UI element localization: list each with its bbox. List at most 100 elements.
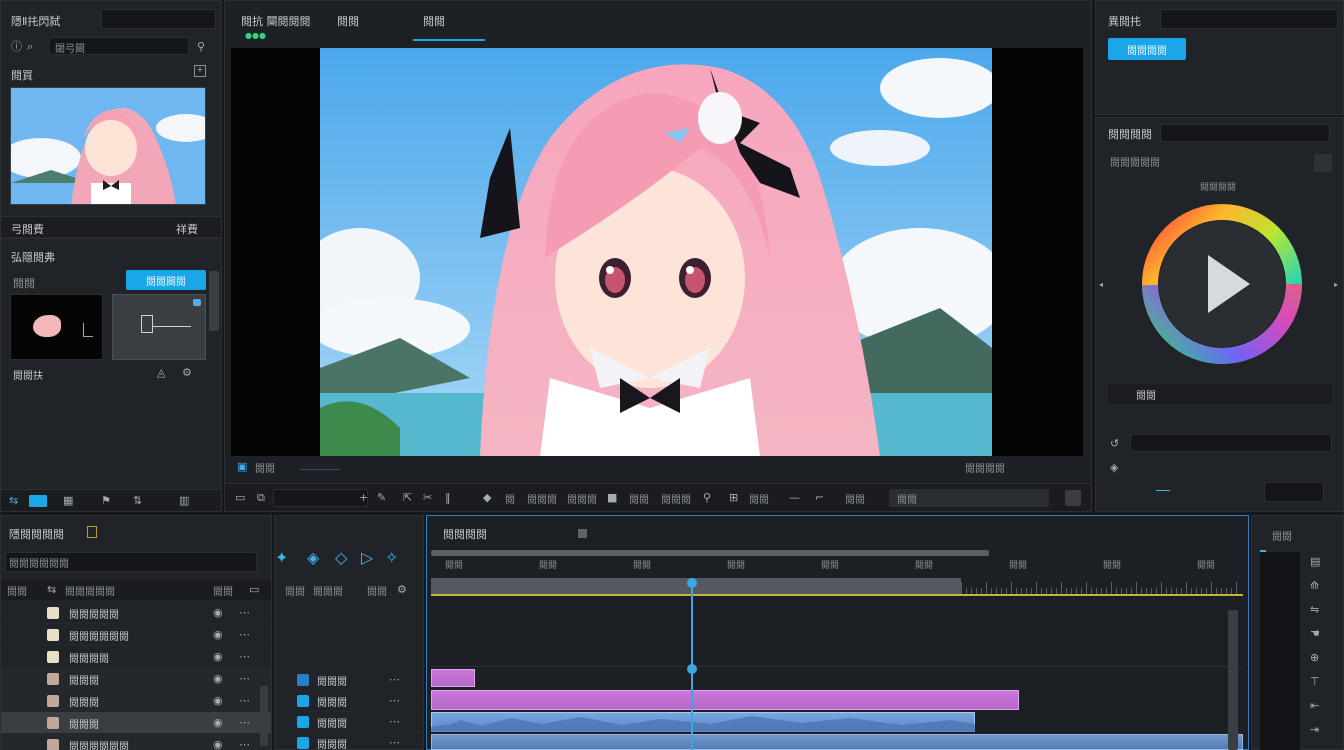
effects-tab[interactable]: 閱閱 [13, 275, 35, 291]
zoom-label[interactable]: 閱閱閱閱 [965, 460, 1005, 475]
more-icon[interactable]: ⋯ [239, 607, 250, 618]
visibility-icon[interactable]: ◉ [213, 739, 223, 750]
media-list-item[interactable]: 閱閱閱閱閱 ◉ ⋯ [1, 602, 271, 624]
color-param-field[interactable] [1130, 434, 1332, 452]
tool-track-icon[interactable]: ⇥ [1310, 724, 1319, 735]
media-list-item[interactable]: 閱閱閱 ◉ ⋯ [1, 690, 271, 712]
video-canvas[interactable] [231, 48, 1083, 456]
more-icon[interactable]: ⋯ [239, 739, 250, 750]
sort-icon[interactable]: ⇅ [133, 495, 142, 506]
timeline-v-scrollbar[interactable] [1228, 610, 1238, 750]
toolbar-label-4[interactable]: 閱閱 [629, 491, 649, 506]
viewer-tab-1[interactable]: 閱抗 闋閱閱閱 [241, 13, 311, 29]
lock-icon[interactable] [193, 299, 201, 306]
timeline-clip-title[interactable] [431, 669, 475, 687]
track-col-1[interactable]: 閱閱 [285, 583, 305, 598]
add-marker-icon[interactable]: ⊞ [729, 492, 738, 503]
media-menu-icon[interactable]: ▭ [249, 584, 259, 595]
more-icon[interactable]: ⋯ [239, 695, 250, 706]
timeline-clip-audio-2[interactable] [431, 734, 1243, 750]
effect-icon-1[interactable]: ✦ [275, 550, 288, 566]
triangle-icon[interactable]: ◬ [157, 367, 165, 378]
select-icon[interactable]: ⇱ [403, 492, 412, 503]
tool-razor-icon[interactable]: ⟰ [1310, 580, 1319, 591]
toolbar-label-7[interactable]: 閱閱 [845, 491, 865, 506]
color-wheel[interactable] [1138, 200, 1306, 368]
wheel-left-arrow-icon[interactable]: ◂ [1099, 281, 1103, 289]
more-icon[interactable]: ⋯ [239, 717, 250, 728]
viewer-input[interactable] [273, 489, 368, 507]
visibility-icon[interactable]: ◉ [213, 717, 223, 728]
media-thumbnail[interactable] [10, 87, 206, 205]
media-scrollbar[interactable] [260, 686, 268, 746]
visibility-icon[interactable]: ◉ [213, 695, 223, 706]
timeline-clip-video[interactable] [431, 690, 1019, 710]
track-col-3[interactable]: 閱閱 [367, 583, 387, 598]
monitor-icon[interactable]: ▣ [237, 461, 247, 472]
toolbar-label-6[interactable]: 閱閱 [749, 491, 769, 506]
track-header-row[interactable]: 閱閱閱 ⋯ [275, 712, 423, 733]
track-header-row[interactable]: 閱閱閱 ⋯ [275, 733, 423, 750]
viewer-tab-2[interactable]: 閱閱 [337, 13, 359, 29]
track-header-row[interactable]: 閱閱閱 ⋯ [275, 691, 423, 712]
color-section-field[interactable] [1160, 124, 1330, 142]
settings-icon[interactable]: ⚙ [182, 367, 192, 378]
tool-slip-icon[interactable]: ⇋ [1310, 604, 1319, 615]
color-slider-mark[interactable] [1156, 490, 1170, 491]
timeline-lock-icon[interactable] [578, 529, 587, 538]
tool-hand-icon[interactable]: ☚ [1310, 628, 1320, 639]
cut-icon[interactable]: ✂ [423, 492, 432, 503]
toolbar-label-1[interactable]: 閱 [505, 491, 515, 506]
trash-icon[interactable]: ▥ [179, 495, 189, 506]
search-icon[interactable]: ⌕ [27, 41, 33, 52]
color-reset-button[interactable] [1314, 154, 1332, 172]
plus-icon[interactable]: + [359, 492, 368, 503]
link-small-icon[interactable]: ⇆ [47, 584, 56, 595]
link-icon[interactable]: ⇆ [9, 495, 18, 506]
minus-icon[interactable]: — [789, 492, 800, 503]
folder-icon[interactable] [29, 495, 47, 507]
viewer-tab-3[interactable]: 閱閱 [423, 13, 445, 29]
toolbar-label-3[interactable]: 閱閱閱 [567, 491, 597, 506]
media-list-item[interactable]: 閱閱閱 ◉ ⋯ [1, 712, 271, 734]
color-small-button[interactable] [1264, 482, 1324, 502]
tool-select-icon[interactable]: ▤ [1310, 556, 1320, 567]
media-list-item[interactable]: 閱閱閱閱 ◉ ⋯ [1, 646, 271, 668]
visibility-icon[interactable]: ◉ [213, 651, 223, 662]
toolbar-label-5[interactable]: 閱閱閱 [661, 491, 691, 506]
visibility-icon[interactable]: ◉ [213, 673, 223, 684]
playhead[interactable] [687, 578, 698, 750]
pin-icon[interactable]: ⚑ [101, 495, 111, 506]
media-list-item[interactable]: 閱閱閱閱閱閱 ◉ ⋯ [1, 734, 271, 750]
media-list-item[interactable]: 閱閱閱閱閱閱 ◉ ⋯ [1, 624, 271, 646]
expand-icon[interactable]: + [194, 65, 206, 77]
crop-icon[interactable]: ▭ [235, 492, 245, 503]
effects-active-tab[interactable]: 閱閱闋閱 [126, 270, 206, 290]
playhead-knob[interactable] [687, 664, 698, 674]
media-col-1[interactable]: 閱閱 [7, 583, 27, 598]
keyframe-icon[interactable]: ◈ [1110, 462, 1118, 473]
track-settings-icon[interactable]: ⚙ [397, 584, 407, 595]
tool-ripple-icon[interactable]: ⇤ [1310, 700, 1319, 711]
project-title-field[interactable] [101, 9, 216, 29]
track-header-row[interactable]: 閱閱閱 ⋯ [275, 670, 423, 691]
effect-icon-5[interactable]: ✧ [385, 550, 398, 566]
toolbar-label-2[interactable]: 閱閱閱 [527, 491, 557, 506]
filter-icon[interactable]: ⚲ [197, 41, 205, 52]
wheel-right-arrow-icon[interactable]: ▸ [1334, 281, 1338, 289]
track-more-icon[interactable]: ⋯ [389, 695, 400, 706]
bracket-icon[interactable]: ⌐ [815, 492, 824, 503]
copy-icon[interactable]: ⧉ [257, 492, 265, 503]
stop-icon[interactable]: ■ [607, 492, 617, 503]
visibility-icon[interactable]: ◉ [213, 629, 223, 640]
timeline-ruler[interactable]: 閱閱 閱閱 閱閱 閱閱 閱閱 閱閱 閱閱 閱閱 閱閱 [431, 556, 1243, 578]
track-more-icon[interactable]: ⋯ [389, 674, 400, 685]
more-icon[interactable]: ⋯ [239, 629, 250, 640]
pen-icon[interactable]: ✎ [377, 492, 386, 503]
effect-thumb-transform[interactable] [112, 294, 206, 360]
undo-icon[interactable]: ↺ [1110, 438, 1119, 449]
effect-icon-4[interactable]: ▷ [361, 550, 373, 566]
effect-icon-2[interactable]: ◈ [307, 550, 319, 566]
effect-icon-3[interactable]: ◇ [335, 550, 347, 566]
info-icon[interactable]: ⓘ [11, 41, 22, 52]
